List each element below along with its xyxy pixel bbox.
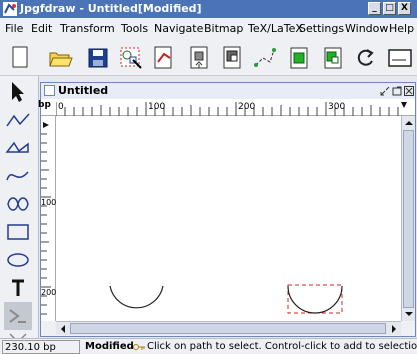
new-icon[interactable]	[6, 44, 34, 72]
group-icon[interactable]	[285, 44, 313, 72]
modified-indicator: Modified	[85, 341, 134, 352]
menu-window[interactable]: Window	[345, 22, 388, 35]
maximize-icon[interactable]	[392, 86, 402, 96]
vruler-label-200: 200	[41, 288, 57, 297]
document-title-bar[interactable]: Untitled	[41, 83, 415, 99]
title-bar: Jpgfdraw - Untitled[Modified] _ □ X	[0, 0, 417, 18]
toolbar	[0, 38, 417, 76]
ungroup-icon[interactable]	[319, 44, 347, 72]
ruler-label-300: 300	[328, 102, 346, 112]
maximize-button[interactable]: □	[383, 2, 396, 15]
grid-snap-icon[interactable]	[251, 44, 279, 72]
save-icon[interactable]	[84, 44, 112, 72]
close-document-icon[interactable]	[404, 86, 414, 96]
horizontal-ruler: bp 0 100 200 300	[38, 99, 415, 116]
scroll-right-icon[interactable]	[389, 323, 399, 335]
window-title: Jpgfdraw - Untitled[Modified]	[20, 2, 202, 15]
cursor-coordinate: 230.10 bp	[2, 340, 80, 354]
app-icon	[3, 2, 17, 16]
ruler-label-0: 0	[58, 102, 64, 112]
ruler-ticks	[56, 102, 407, 116]
selected-arc-shape[interactable]	[287, 285, 343, 314]
arc-shape[interactable]	[109, 285, 164, 309]
close-button[interactable]: X	[398, 2, 411, 15]
redo-icon[interactable]	[352, 44, 380, 72]
restore-icon[interactable]	[380, 86, 390, 96]
math-text-icon[interactable]	[4, 302, 32, 330]
status-message: Click on path to select. Control-click t…	[147, 341, 417, 352]
panel-icon[interactable]	[386, 44, 414, 72]
select-icon[interactable]	[4, 78, 32, 106]
menu-transform[interactable]: Transform	[60, 22, 115, 35]
menu-tools[interactable]: Tools	[121, 22, 148, 35]
horizontal-scroll-thumb[interactable]	[70, 323, 386, 334]
menu-edit[interactable]: Edit	[31, 22, 52, 35]
menu-bitmap[interactable]: Bitmap	[204, 22, 243, 35]
selection-box	[287, 284, 343, 314]
horizontal-scrollbar[interactable]	[56, 321, 401, 335]
rectangle-icon[interactable]	[4, 218, 32, 246]
document-title: Untitled	[58, 84, 109, 97]
vruler-label-100: 100	[41, 198, 57, 207]
ruler-label-100: 100	[148, 102, 166, 112]
canvas-drawing	[109, 284, 343, 314]
text-icon[interactable]	[4, 274, 32, 302]
vertical-ruler: 100 200	[41, 116, 56, 321]
ellipse-icon[interactable]	[4, 246, 32, 274]
open-line-icon[interactable]	[4, 106, 32, 134]
closed-line-icon[interactable]	[4, 134, 32, 162]
ruler-unit-label: bp	[38, 100, 51, 110]
menu-settings[interactable]: Settings	[299, 22, 344, 35]
move-to-back-icon[interactable]	[219, 44, 247, 72]
scroll-up-icon[interactable]	[403, 118, 415, 128]
ruler-label-200: 200	[238, 102, 256, 112]
closed-curve-icon[interactable]	[4, 190, 32, 218]
vertical-scroll-thumb[interactable]	[403, 130, 414, 308]
status-bar: 230.10 bp Modified Click on path to sele…	[0, 338, 417, 354]
menu-bar: File Edit Transform Tools Navigate Bitma…	[0, 19, 417, 37]
open-curve-icon[interactable]	[4, 162, 32, 190]
menu-file[interactable]: File	[5, 22, 23, 35]
scroll-down-icon[interactable]	[403, 309, 415, 319]
minimize-button[interactable]: _	[368, 2, 381, 15]
key-icon	[133, 344, 145, 350]
move-to-front-icon[interactable]	[186, 44, 214, 72]
menu-navigate[interactable]: Navigate	[154, 22, 203, 35]
menu-tex-latex[interactable]: TeX/LaTeX	[248, 22, 303, 35]
vertical-scrollbar[interactable]	[401, 116, 415, 321]
drawing-canvas[interactable]	[56, 116, 401, 321]
edit-path-icon[interactable]	[150, 44, 178, 72]
menu-help[interactable]: Help	[389, 22, 414, 35]
document-icon	[44, 85, 55, 96]
tool-palette	[0, 76, 38, 354]
scroll-left-icon[interactable]	[58, 323, 68, 335]
open-icon[interactable]	[46, 44, 74, 72]
select-all-icon[interactable]	[117, 44, 145, 72]
